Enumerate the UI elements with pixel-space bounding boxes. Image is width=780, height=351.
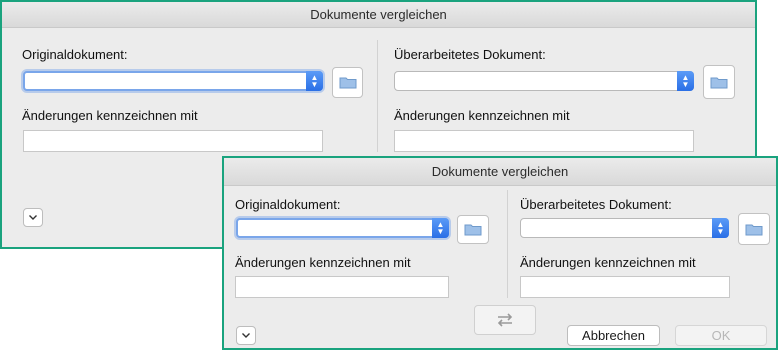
chevron-down-icon [242,333,250,338]
column-separator [507,190,508,298]
cancel-button[interactable]: Abbrechen [567,325,660,346]
folder-icon [745,224,763,235]
original-document-combo[interactable]: ▲ ▼ [236,218,449,238]
original-changes-label: Änderungen kennzeichnen mit [235,255,411,270]
revised-browse-button[interactable] [738,213,770,245]
revised-document-label: Überarbeitetes Dokument: [394,47,546,62]
revised-document-label: Überarbeitetes Dokument: [520,197,672,212]
swap-arrows-icon [497,313,513,327]
revised-document-combo[interactable]: ▲ ▼ [520,218,729,238]
original-document-label: Originaldokument: [22,47,128,62]
up-down-arrows-icon: ▲ ▼ [432,218,449,238]
revised-changes-label: Änderungen kennzeichnen mit [394,108,570,123]
column-separator [377,40,378,152]
up-down-arrows-icon: ▲ ▼ [677,71,694,91]
ok-button[interactable]: OK [675,325,767,346]
folder-icon [339,77,356,89]
chevron-down-icon [29,215,37,220]
folder-icon [710,77,728,88]
original-changes-label: Änderungen kennzeichnen mit [22,108,198,123]
revised-changes-label: Änderungen kennzeichnen mit [520,255,696,270]
original-document-combo[interactable]: ▲ ▼ [23,71,323,91]
compare-dialog-front: Dokumente vergleichen Originaldokument: … [222,156,778,350]
dialog-title: Dokumente vergleichen [224,158,776,186]
folder-icon [464,224,482,236]
swap-documents-button[interactable] [474,305,536,335]
revised-changes-field[interactable] [394,130,694,152]
dialog-title: Dokumente vergleichen [2,2,755,28]
original-changes-field[interactable] [235,276,449,298]
revised-document-combo[interactable]: ▲ ▼ [394,71,694,91]
revised-changes-field[interactable] [520,276,730,298]
up-down-arrows-icon: ▲ ▼ [306,71,323,91]
revised-browse-button[interactable] [703,65,735,99]
original-changes-field[interactable] [23,130,323,152]
original-browse-button[interactable] [457,215,489,244]
original-document-label: Originaldokument: [235,197,341,212]
disclosure-button[interactable] [236,326,256,345]
up-down-arrows-icon: ▲ ▼ [712,218,729,238]
disclosure-button[interactable] [23,208,43,227]
original-browse-button[interactable] [332,67,363,98]
